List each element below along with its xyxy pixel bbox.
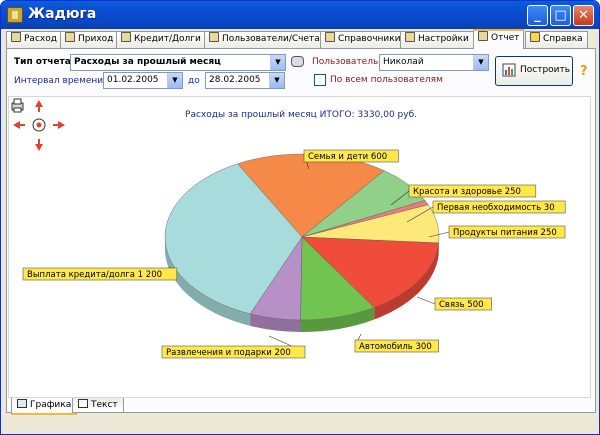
all-users-checkbox[interactable] — [314, 74, 326, 86]
chevron-down-icon: ▼ — [269, 73, 284, 88]
close-button[interactable]: ✕ — [573, 5, 594, 26]
user-select[interactable]: Николай ▼ — [379, 54, 489, 71]
tab-text[interactable]: Текст — [72, 398, 124, 413]
title-bar[interactable]: Жадюга _ □ ✕ — [1, 1, 599, 29]
directory-icon — [325, 32, 335, 42]
tab-label: Настройки — [418, 34, 469, 44]
main-tabs: Расход Приход Кредит/Долги Пользователи/… — [6, 29, 596, 49]
income-icon — [65, 32, 75, 42]
slice-label: Продукты питания 250 — [453, 228, 557, 238]
tab-label: Расход — [24, 34, 57, 44]
print-icon[interactable] — [11, 98, 24, 113]
label-leader-line — [416, 296, 436, 305]
chevron-down-icon: ▼ — [167, 73, 182, 88]
slice-label: Семья и дети 600 — [308, 152, 387, 162]
tab-label: Справка — [543, 34, 583, 44]
pan-right-icon[interactable] — [53, 121, 65, 129]
report-type-label: Тип отчета: — [14, 57, 75, 67]
date-to-value: 28.02.2005 — [209, 75, 261, 85]
zoom-center-icon[interactable] — [32, 118, 46, 132]
slice-label: Красота и здоровье 250 — [413, 187, 521, 197]
help-icon[interactable]: ? — [580, 64, 588, 79]
tab-users[interactable]: Пользователи/Счета — [204, 31, 325, 48]
build-button-label: Построить — [520, 65, 571, 75]
slice-label: Связь 500 — [439, 300, 484, 310]
tab-label: Отчет — [491, 33, 520, 43]
expense-icon — [11, 32, 21, 42]
chart-icon — [17, 399, 27, 408]
slice-label: Развлечения и подарки 200 — [166, 348, 291, 358]
tab-label: Кредит/Долги — [134, 34, 201, 44]
report-type-value: Расходы за прошлый месяц — [74, 57, 221, 67]
user-label: Пользователь: — [312, 57, 382, 67]
date-to-picker[interactable]: 28.02.2005 ▼ — [205, 72, 285, 89]
date-from-picker[interactable]: 01.02.2005 ▼ — [103, 72, 183, 89]
binoculars-icon[interactable] — [291, 56, 304, 67]
chevron-down-icon: ▼ — [473, 55, 488, 70]
text-document-icon — [78, 399, 88, 408]
chevron-down-icon: ▼ — [270, 55, 285, 70]
tab-credit[interactable]: Кредит/Долги — [116, 31, 206, 48]
pan-down-icon[interactable] — [35, 139, 43, 151]
slice-label: Первая необходимость 30 — [437, 203, 555, 213]
report-icon — [478, 31, 488, 41]
users-icon — [209, 32, 219, 42]
window-title: Жадюга — [28, 6, 97, 22]
all-users-label: По всем пользователям — [330, 75, 443, 85]
pan-left-icon[interactable] — [13, 121, 25, 129]
tab-label: Справочники — [338, 34, 401, 44]
tab-report[interactable]: Отчет — [473, 29, 525, 49]
interval-label: Интервал времени от — [14, 76, 117, 86]
slice-label: Автомобиль 300 — [359, 342, 432, 352]
credit-icon — [121, 32, 131, 42]
maximize-button[interactable]: □ — [550, 5, 571, 26]
tab-label: Пользователи/Счета — [222, 34, 320, 44]
tab-graphics[interactable]: Графика — [11, 398, 78, 415]
pie-chart: Расходы за прошлый месяц ИТОГО: 3330,00 … — [11, 98, 566, 359]
settings-icon — [405, 32, 415, 42]
app-window: Жадюга _ □ ✕ Расход Приход Кредит/Долги … — [0, 0, 600, 435]
tab-label: Приход — [78, 34, 114, 44]
minimize-button[interactable]: _ — [527, 5, 548, 26]
tab-label: Графика — [30, 400, 72, 410]
report-type-select[interactable]: Расходы за прошлый месяц ▼ — [70, 54, 286, 71]
app-logo-icon — [7, 7, 23, 23]
pan-up-icon[interactable] — [35, 100, 43, 112]
to-label: до — [188, 76, 200, 86]
build-button[interactable]: Построить — [495, 56, 573, 86]
tab-income[interactable]: Приход — [60, 31, 119, 48]
tab-settings[interactable]: Настройки — [400, 31, 474, 48]
chart-build-icon — [502, 63, 516, 77]
tab-directories[interactable]: Справочники — [320, 31, 406, 48]
chart-area: Расходы за прошлый месяц ИТОГО: 3330,00 … — [8, 96, 591, 398]
tab-label: Текст — [91, 400, 118, 410]
tab-help[interactable]: Справка — [525, 31, 588, 48]
help-icon — [530, 32, 540, 42]
user-value: Николай — [383, 57, 424, 67]
tab-expense[interactable]: Расход — [6, 31, 62, 48]
date-from-value: 01.02.2005 — [107, 75, 159, 85]
chart-title: Расходы за прошлый месяц ИТОГО: 3330,00 … — [185, 110, 417, 120]
slice-label: Выплата кредита/долга 1 200 — [27, 270, 162, 280]
